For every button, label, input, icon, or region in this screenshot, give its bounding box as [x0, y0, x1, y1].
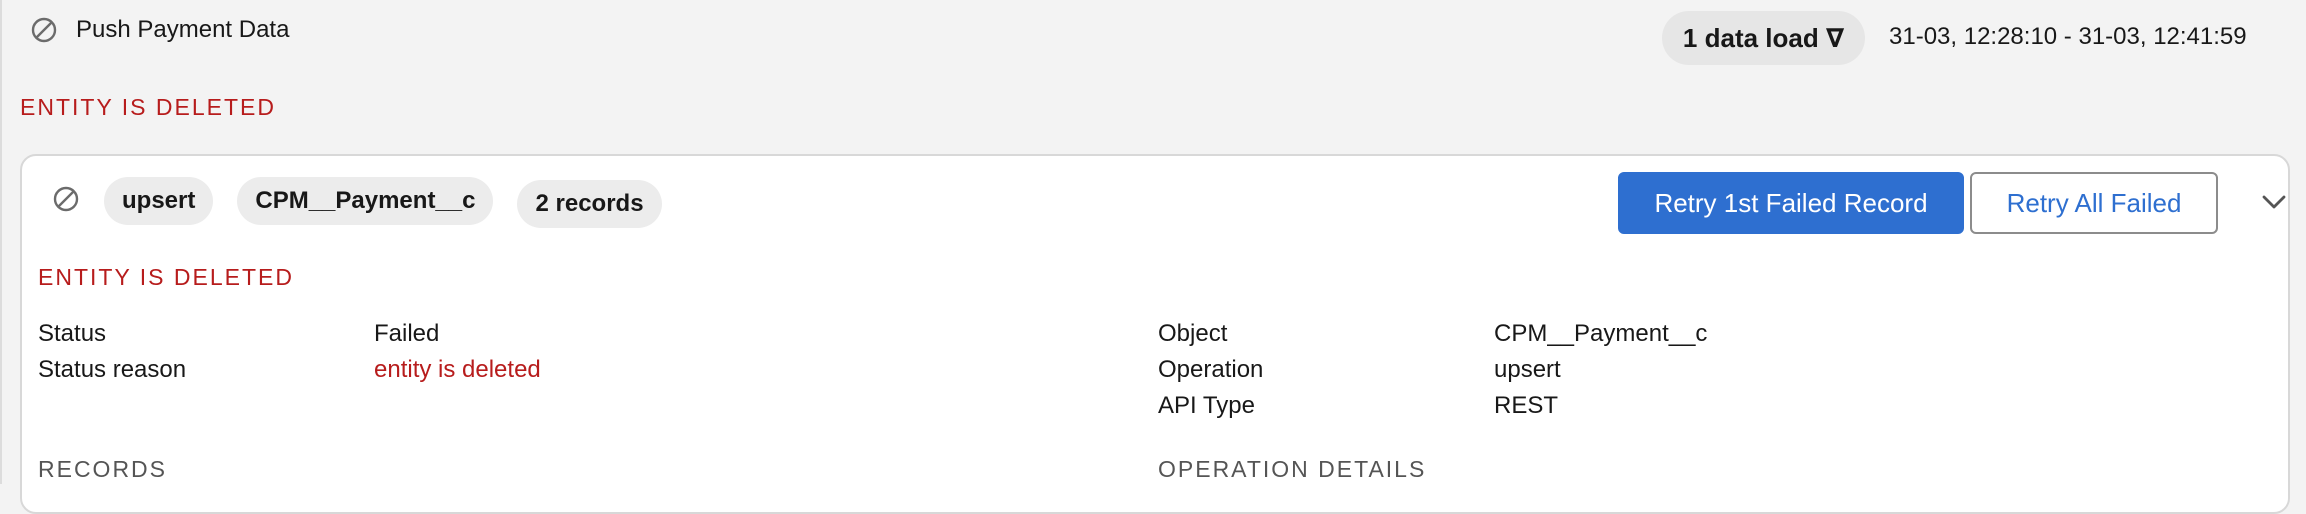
- status-value: Failed: [374, 320, 440, 347]
- page: Push Payment Data 1 data load ∇ 31-03, 1…: [0, 0, 2306, 514]
- status-reason-label: Status reason: [38, 356, 187, 383]
- api-type-value: REST: [1494, 392, 1559, 419]
- job-error-message: ENTITY IS DELETED: [20, 94, 276, 120]
- operation-value: upsert: [1494, 356, 1561, 383]
- retry-all-failed-button[interactable]: Retry All Failed: [1970, 172, 2218, 234]
- object-value: CPM__Payment__c: [1494, 320, 1708, 347]
- ban-icon: [30, 16, 58, 44]
- operation-label: Operation: [1158, 356, 1264, 383]
- date-range: 31-03, 12:28:10 - 31-03, 12:41:59: [1889, 23, 2247, 50]
- ban-icon: [52, 185, 80, 218]
- card-error-message: ENTITY IS DELETED: [38, 264, 294, 290]
- status-reason-value: entity is deleted: [374, 356, 541, 383]
- chevron-down-icon[interactable]: [2258, 186, 2290, 218]
- operation-details-heading: OPERATION DETAILS: [1158, 456, 1427, 482]
- object-chip: CPM__Payment__c: [237, 177, 494, 225]
- job-title-row: Push Payment Data: [30, 14, 289, 46]
- data-load-dropdown[interactable]: 1 data load ∇: [1662, 11, 1865, 65]
- api-type-label: API Type: [1158, 392, 1255, 419]
- job-title: Push Payment Data: [76, 16, 290, 43]
- object-label: Object: [1158, 320, 1228, 347]
- records-count-chip: 2 records: [517, 180, 662, 228]
- operation-chip: upsert: [104, 177, 214, 225]
- retry-first-failed-button[interactable]: Retry 1st Failed Record: [1618, 172, 1964, 234]
- records-section-heading: RECORDS: [38, 456, 168, 482]
- data-load-card: upsert CPM__Payment__c 2 records Retry 1…: [20, 154, 2290, 514]
- status-label: Status: [38, 320, 107, 347]
